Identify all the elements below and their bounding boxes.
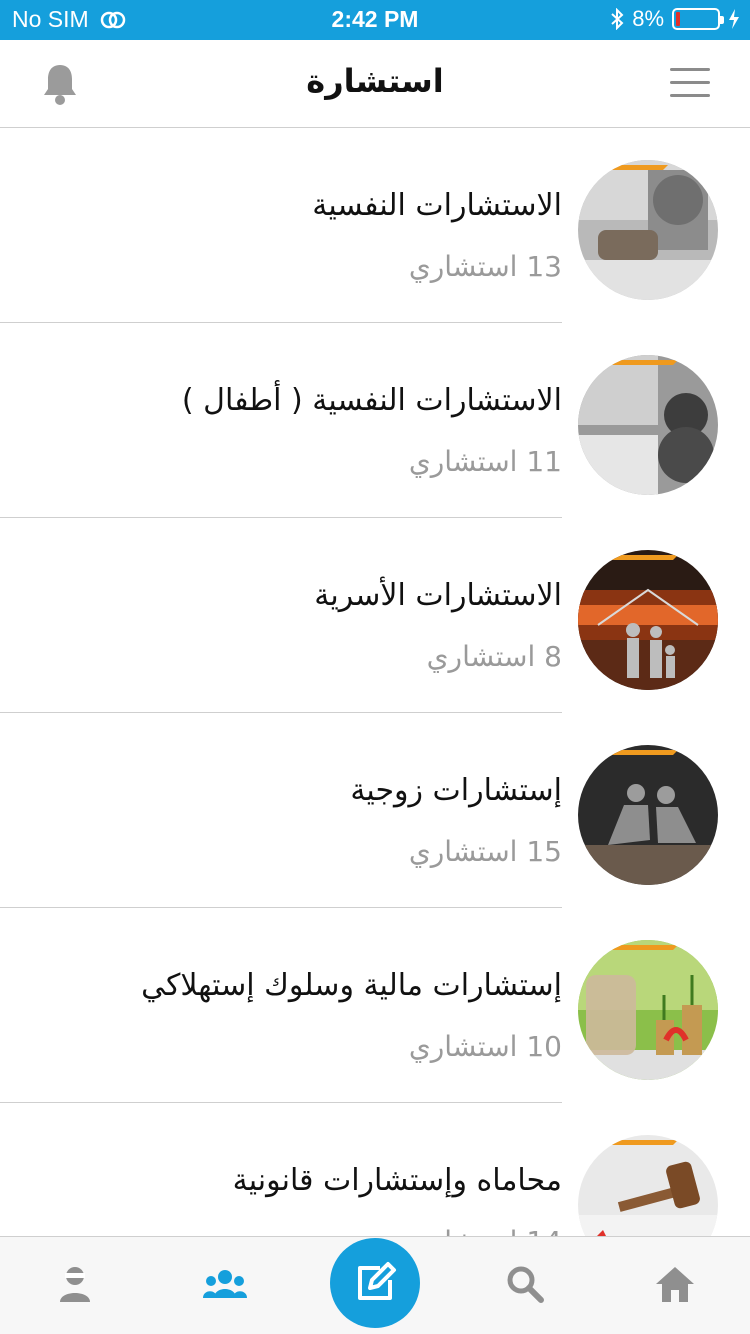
category-row-family[interactable]: الاستشارات الأسرية 8 استشاري — [0, 518, 750, 713]
living-room-photo — [578, 160, 718, 300]
category-row-legal[interactable]: محاماه وإستشارات قانونية 14 استشاري — [0, 1103, 750, 1236]
tab-home[interactable] — [650, 1259, 700, 1309]
bluetooth-icon — [611, 8, 624, 30]
consultants-group-icon — [203, 1270, 247, 1298]
category-row-psychological[interactable]: الاستشارات النفسية 13 استشاري — [0, 128, 750, 323]
status-right: 8% — [610, 6, 740, 32]
battery-icon — [672, 8, 724, 30]
status-bar: No SIM 2:42 PM 8% — [0, 0, 750, 40]
consultant-count: 13 استشاري — [408, 250, 562, 283]
teddy-bear-photo — [578, 355, 718, 495]
page-title: استشارة — [306, 62, 444, 100]
family-silhouette-photo — [578, 550, 718, 690]
consultant-count: 10 استشاري — [408, 1030, 562, 1063]
couple-silhouette-photo — [578, 745, 718, 885]
category-row-marital[interactable]: إستشارات زوجية 15 استشاري — [0, 713, 750, 908]
consultant-count: 14 استشاري — [409, 1225, 562, 1236]
consultant-count: 11 استشاري — [408, 445, 562, 478]
category-name: إستشارات زوجية — [350, 773, 562, 808]
compose-button[interactable] — [330, 1238, 420, 1328]
tab-search[interactable] — [500, 1259, 550, 1309]
category-name: محاماه وإستشارات قانونية — [232, 1163, 562, 1198]
category-name: إستشارات مالية وسلوك إستهلاكي — [141, 968, 562, 1003]
category-name: الاستشارات النفسية — [312, 188, 562, 223]
category-list: الاستشارات النفسية 13 استشاري الاستشارات… — [0, 128, 750, 1236]
category-name: الاستشارات الأسرية — [314, 578, 562, 613]
battery-percent: 8% — [632, 6, 664, 31]
home-icon — [656, 1267, 694, 1302]
top-header: استشارة — [0, 40, 750, 128]
agent-profile-icon — [60, 1267, 90, 1302]
consultant-count: 15 استشاري — [408, 835, 562, 868]
charging-bolt-icon — [729, 9, 739, 29]
category-row-psychological-children[interactable]: الاستشارات النفسية ( أطفال ) 11 استشاري — [0, 323, 750, 518]
category-name: الاستشارات النفسية ( أطفال ) — [181, 383, 562, 418]
category-row-financial[interactable]: إستشارات مالية وسلوك إستهلاكي 10 استشاري — [0, 908, 750, 1103]
gavel-photo — [578, 1135, 718, 1236]
search-icon — [507, 1266, 544, 1303]
hamburger-menu-icon[interactable] — [670, 68, 710, 98]
compose-edit-icon — [358, 1262, 396, 1300]
tab-consultants[interactable] — [200, 1259, 250, 1309]
consultant-count: 8 استشاري — [426, 640, 562, 673]
coins-jar-photo — [578, 940, 718, 1080]
tab-profile[interactable] — [50, 1259, 100, 1309]
